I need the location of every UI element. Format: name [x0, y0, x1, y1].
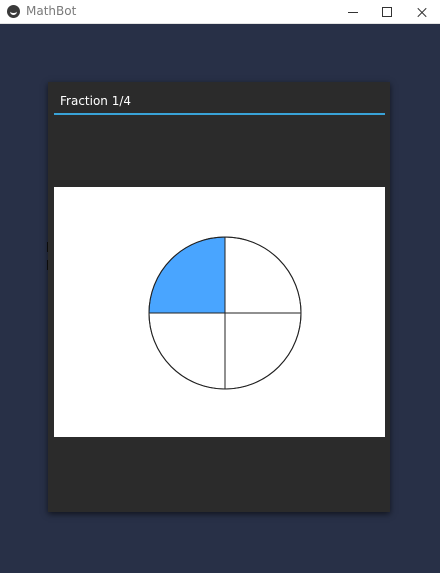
- minimize-button[interactable]: [336, 0, 370, 24]
- app-window: MathBot Fraction 1/4: [0, 0, 440, 573]
- maximize-button[interactable]: [370, 0, 404, 24]
- window-title: MathBot: [26, 4, 77, 18]
- title-bar: MathBot: [0, 0, 440, 24]
- fraction-canvas: [54, 187, 385, 437]
- unshaded-sector: [224, 236, 302, 314]
- shaded-sector: [148, 236, 226, 314]
- unshaded-sector: [148, 312, 226, 390]
- popup-title: Fraction 1/4: [60, 94, 132, 108]
- title-separator: [54, 113, 385, 115]
- fraction-pie: [148, 236, 302, 390]
- fraction-popup: Fraction 1/4: [48, 82, 390, 512]
- unshaded-sector: [224, 312, 302, 390]
- close-button[interactable]: [405, 0, 439, 24]
- kivy-logo-icon: [7, 5, 20, 18]
